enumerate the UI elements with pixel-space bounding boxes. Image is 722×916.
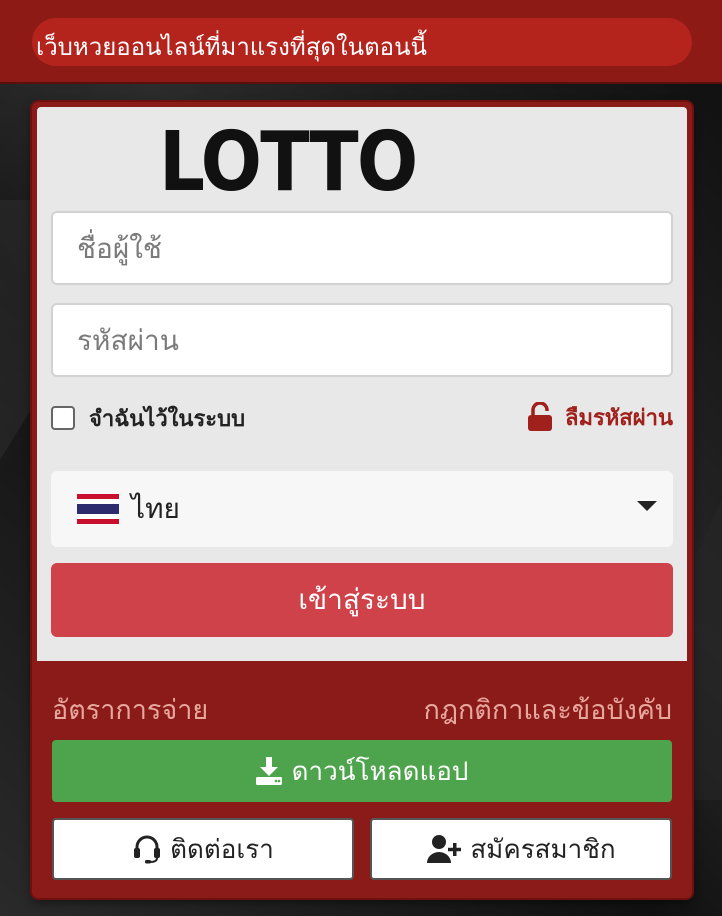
logo: LOTTO <box>159 115 418 210</box>
username-input[interactable] <box>51 211 673 285</box>
thai-flag-icon <box>77 494 119 524</box>
forgot-password-link[interactable]: ลืมรหัสผ่าน <box>527 400 673 434</box>
download-app-button[interactable]: ดาวน์โหลดแอป <box>52 740 672 802</box>
forgot-password-label: ลืมรหัสผ่าน <box>564 405 673 431</box>
remember-label: จำฉันไว้ในระบบ <box>89 406 246 432</box>
top-banner: เว็บหวยออนไลน์ที่มาแรงที่สุดในตอนนี้ <box>0 0 722 84</box>
remember-me[interactable]: จำฉันไว้ในระบบ <box>51 402 245 434</box>
login-button[interactable]: เข้าสู่ระบบ <box>51 563 673 637</box>
register-button[interactable]: สมัครสมาชิก <box>370 818 672 880</box>
headset-icon <box>134 835 161 864</box>
password-input[interactable] <box>51 303 673 377</box>
info-links: อัตราการจ่าย กฎกติกาและข้อบังคับ <box>52 688 672 731</box>
payout-rates-link[interactable]: อัตราการจ่าย <box>52 688 208 731</box>
contact-us-button[interactable]: ติดต่อเรา <box>52 818 354 880</box>
user-plus-icon <box>427 835 462 863</box>
announcement-marquee: เว็บหวยออนไลน์ที่มาแรงที่สุดในตอนนี้ <box>32 18 692 66</box>
remember-checkbox[interactable] <box>51 406 75 430</box>
rules-link[interactable]: กฎกติกาและข้อบังคับ <box>423 688 672 731</box>
contact-us-label: ติดต่อเรา <box>170 834 274 865</box>
language-label: ไทย <box>131 492 180 525</box>
caret-down-icon <box>637 501 657 511</box>
language-select[interactable]: ไทย <box>51 471 673 547</box>
unlock-icon <box>527 402 552 431</box>
register-label: สมัครสมาชิก <box>470 834 616 865</box>
download-app-label: ดาวน์โหลดแอป <box>291 756 469 787</box>
login-card: LOTTO จำฉันไว้ในระบบ ลืมรหัสผ่าน ไทย <box>32 102 692 898</box>
login-panel: LOTTO จำฉันไว้ในระบบ ลืมรหัสผ่าน ไทย <box>37 107 687 661</box>
marquee-text: เว็บหวยออนไลน์ที่มาแรงที่สุดในตอนนี้ <box>36 33 427 61</box>
download-icon <box>255 757 282 785</box>
